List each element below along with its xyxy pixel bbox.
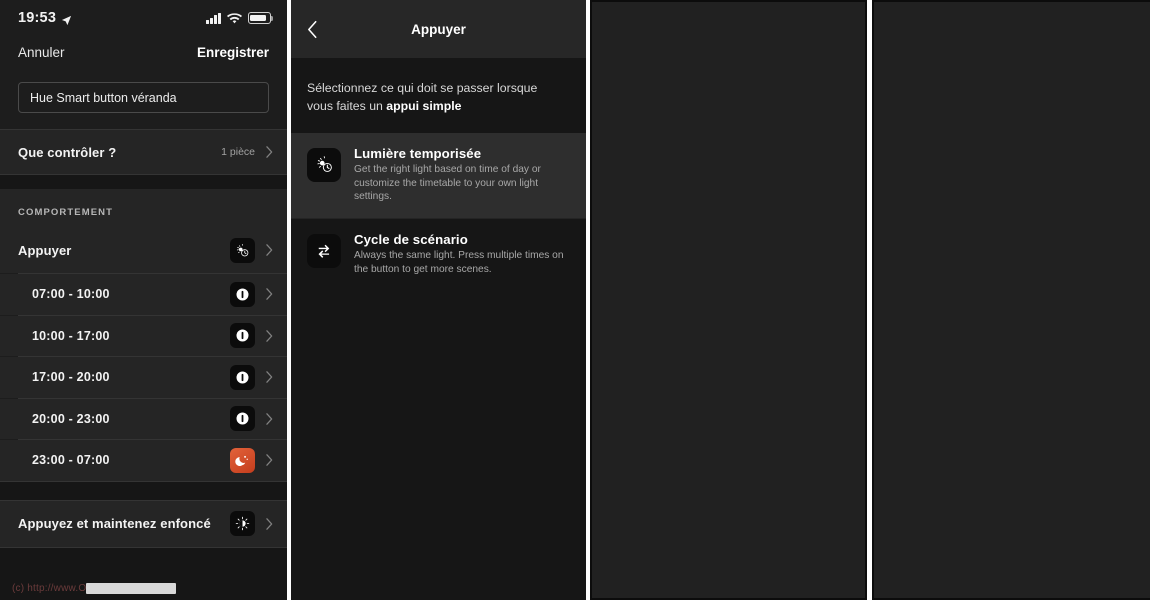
row-press-label: Appuyer <box>18 242 72 258</box>
wifi-icon <box>227 12 242 24</box>
watermark: (c) http://www.ObjetsConnectes.pro <box>12 583 177 594</box>
status-bar-left: 19:53 <box>18 10 72 26</box>
detail-intro-bold: appui simple <box>386 98 462 113</box>
navigation-bar: Annuler Enregistrer <box>0 36 287 68</box>
sun-brightness-icon <box>230 511 255 536</box>
detail-intro-line-2: vous faites un appui simple <box>307 98 570 116</box>
row-what-to-control-label: Que contrôler ? <box>18 144 117 160</box>
status-bar: 19:53 <box>0 0 287 36</box>
chevron-left-icon[interactable] <box>307 20 318 39</box>
time-slot-label: 10:00 - 17:00 <box>32 328 110 343</box>
cancel-button[interactable]: Annuler <box>18 45 65 60</box>
watermark-prefix: (c) http://www.O <box>12 583 87 594</box>
timed-light-icon <box>230 237 255 263</box>
option-scene-cycle-title: Cycle de scénario <box>354 232 468 248</box>
option-timed-light-text: Lumière temporisée Get the right light b… <box>354 146 572 205</box>
cellular-signal-icon <box>206 12 221 24</box>
row-what-to-control-value: 1 pièce <box>221 146 255 158</box>
phone-panel-empty-4 <box>872 0 1150 600</box>
detail-intro-prefix: vous faites un <box>307 98 387 113</box>
time-slot-list: 07:00 - 10:00 10:00 - 17:00 17:00 - 20:0… <box>0 274 287 481</box>
spacer <box>0 175 287 189</box>
detail-body: Sélectionnez ce qui doit se passer lorsq… <box>291 58 586 600</box>
chevron-right-icon <box>266 454 273 467</box>
detail-navigation-bar: Appuyer <box>291 0 586 58</box>
detail-intro-text: Sélectionnez ce qui doit se passer lorsq… <box>291 58 586 133</box>
screenshot-stage: 19:53 Annuler Enregistrer Hue Smart butt… <box>0 0 1150 600</box>
phone-panel-empty-3 <box>590 0 867 600</box>
save-button[interactable]: Enregistrer <box>197 45 269 60</box>
chevron-right-icon <box>266 412 273 425</box>
timed-light-icon <box>307 147 341 182</box>
detail-intro-line-1: Sélectionnez ce qui doit se passer lorsq… <box>307 81 538 95</box>
row-press-and-hold[interactable]: Appuyez et maintenez enfoncé <box>0 500 287 547</box>
row-press-and-hold-label: Appuyez et maintenez enfoncé <box>18 516 211 531</box>
brightness-contrast-icon <box>230 281 255 307</box>
option-scene-cycle[interactable]: Cycle de scénario Always the same light.… <box>291 219 586 291</box>
brightness-contrast-icon <box>230 364 255 390</box>
detail-page-title: Appuyer <box>411 21 466 37</box>
option-timed-light[interactable]: Lumière temporisée Get the right light b… <box>291 132 586 219</box>
time-slot-label: 17:00 - 20:00 <box>32 370 110 385</box>
watermark-redacted: bjetsConnectes.pro <box>86 583 177 594</box>
chevron-right-icon <box>266 288 273 301</box>
time-slot-label: 20:00 - 23:00 <box>32 411 110 426</box>
option-timed-light-description: Get the right light based on time of day… <box>354 163 541 203</box>
accessory-name-input[interactable]: Hue Smart button véranda <box>18 82 269 113</box>
row-press[interactable]: Appuyer <box>0 227 287 273</box>
brightness-contrast-icon <box>230 406 255 432</box>
location-arrow-icon <box>61 13 72 25</box>
row-what-to-control[interactable]: Que contrôler ? 1 pièce <box>0 130 287 174</box>
spacer <box>0 481 287 500</box>
time-slot-row[interactable]: 07:00 - 10:00 <box>0 274 287 315</box>
chevron-right-icon <box>266 371 273 384</box>
option-timed-light-title: Lumière temporisée <box>354 145 482 161</box>
time-slot-row[interactable]: 20:00 - 23:00 <box>0 398 287 439</box>
option-scene-cycle-text: Cycle de scénario Always the same light.… <box>354 232 572 277</box>
battery-icon <box>248 12 274 24</box>
time-slot-label: 23:00 - 07:00 <box>32 453 110 468</box>
name-field-wrapper: Hue Smart button véranda <box>0 68 287 129</box>
time-slot-row[interactable]: 10:00 - 17:00 <box>0 315 287 356</box>
status-bar-time: 19:53 <box>18 10 57 26</box>
section-header-behavior: COMPORTEMENT <box>0 189 287 227</box>
moon-night-icon <box>230 447 255 473</box>
cycle-arrows-icon <box>307 234 341 269</box>
time-slot-row[interactable]: 23:00 - 07:00 <box>0 440 287 481</box>
phone-panel-press-detail: Appuyer Sélectionnez ce qui doit se pass… <box>291 0 586 600</box>
status-bar-right <box>206 12 274 24</box>
chevron-right-icon <box>266 244 273 256</box>
phone-panel-settings: 19:53 Annuler Enregistrer Hue Smart butt… <box>0 0 287 600</box>
option-scene-cycle-description: Always the same light. Press multiple ti… <box>354 250 564 276</box>
brightness-contrast-icon <box>230 323 255 349</box>
chevron-right-icon <box>266 329 273 342</box>
time-slot-label: 07:00 - 10:00 <box>32 287 110 302</box>
chevron-right-icon <box>266 517 273 530</box>
chevron-right-icon <box>266 146 273 158</box>
time-slot-row[interactable]: 17:00 - 20:00 <box>0 357 287 398</box>
